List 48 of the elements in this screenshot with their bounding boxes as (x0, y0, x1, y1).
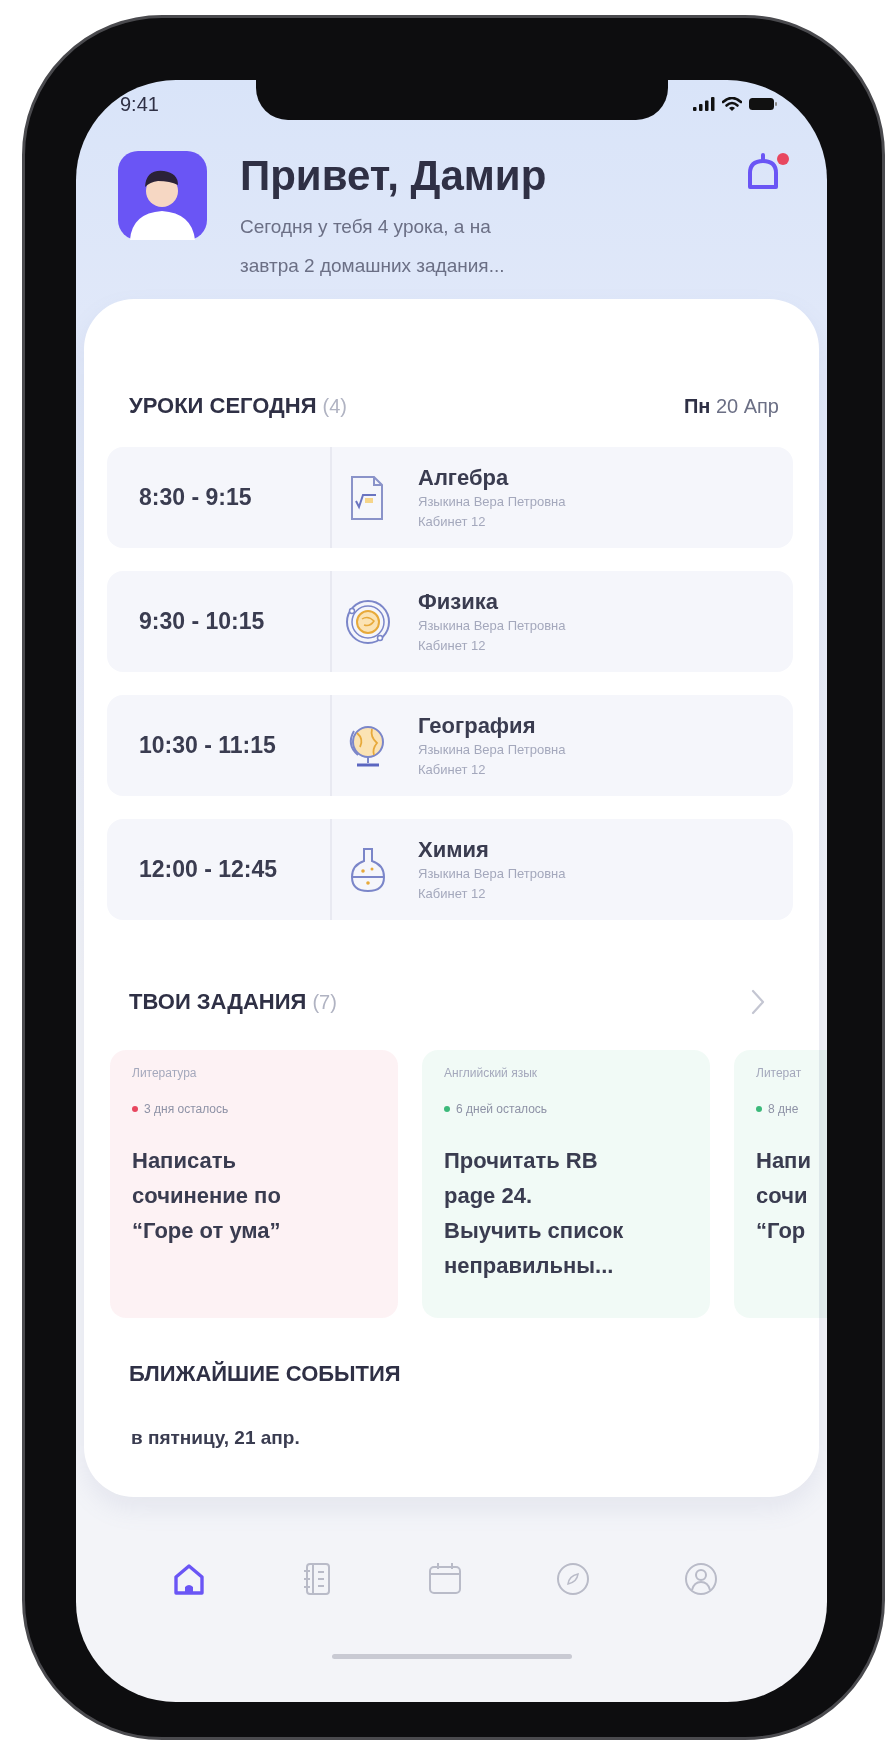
subject-name: Химия (418, 835, 490, 864)
room-number: Кабинет 12 (418, 636, 487, 655)
compass-icon[interactable] (554, 1560, 592, 1598)
wifi-icon (722, 96, 742, 112)
signal-icon (693, 97, 715, 111)
task-title: Прочитать RB page 24. Выучить список неправильны... (444, 1147, 625, 1280)
room-number: Кабинет 12 (418, 512, 487, 531)
greeting-title: Привет, Дамир (240, 151, 548, 201)
teacher-name: Языкина Вера Петровна (418, 864, 566, 883)
section-title: ТВОИ ЗАДАНИЯ (129, 989, 307, 1015)
task-title: Напи сочи “Гор (756, 1147, 812, 1245)
lesson-time: 12:00 - 12:45 (107, 819, 332, 920)
room-number: Кабинет 12 (418, 884, 487, 903)
task-subject: Английский язык (444, 1065, 539, 1082)
lessons-date: Пн 20 Апр (683, 394, 779, 418)
room-number: Кабинет 12 (418, 760, 487, 779)
lesson-card[interactable]: 12:00 - 12:45 Химия Языкина Вера Петровна Кабинет 12 (107, 819, 793, 920)
task-deadline: 3 дня осталось (144, 1101, 229, 1118)
battery-icon (749, 97, 777, 111)
status-time: 9:41 (120, 92, 159, 116)
teacher-name: Языкина Вера Петровна (418, 740, 566, 759)
subject-name: География (418, 711, 537, 740)
greeting-subtitle: Сегодня у тебя 4 урока, а на завтра 2 домашних задания... (240, 215, 506, 278)
lesson-card[interactable]: 10:30 - 11:15 География Языкина Вера Петровна Кабинет 12 (107, 695, 793, 796)
lesson-card[interactable]: 8:30 - 9:15 Алгебра Языкина Вера Петровна Кабинет 12 (107, 447, 793, 548)
chevron-right-icon[interactable] (751, 989, 765, 1015)
lesson-card[interactable]: 9:30 - 10:15 Физика Языкина Вера Петровна Кабинет 12 (107, 571, 793, 672)
subject-name: Алгебра (418, 463, 510, 492)
section-title: УРОКИ СЕГОДНЯ (129, 393, 317, 419)
task-deadline: 6 дней осталось (456, 1101, 548, 1118)
lesson-time: 10:30 - 11:15 (107, 695, 332, 796)
events-date: в пятницу, 21 апр. (130, 1426, 301, 1450)
task-subject: Литература (132, 1065, 198, 1082)
task-card[interactable]: Литерат 8 дне Напи сочи “Гор (734, 1050, 827, 1318)
section-title: БЛИЖАЙШИЕ СОБЫТИЯ (129, 1361, 401, 1387)
lesson-time: 8:30 - 9:15 (107, 447, 332, 548)
teacher-name: Языкина Вера Петровна (418, 616, 566, 635)
section-count: (7) (312, 991, 337, 1014)
task-deadline: 8 дне (768, 1101, 799, 1118)
task-card[interactable]: Литература 3 дня осталось Написать сочинение по “Горе от ума” (110, 1050, 398, 1318)
task-card[interactable]: Английский язык 6 дней осталось Прочитать RB page 24. Выучить список неправильны... (422, 1050, 710, 1318)
section-count: (4) (322, 395, 347, 418)
subject-name: Физика (418, 587, 499, 616)
task-subject: Литерат (756, 1065, 803, 1082)
task-title: Написать сочинение по “Горе от ума” (132, 1147, 282, 1245)
profile-icon[interactable] (682, 1560, 720, 1598)
lesson-time: 9:30 - 10:15 (107, 571, 332, 672)
teacher-name: Языкина Вера Петровна (418, 492, 566, 511)
